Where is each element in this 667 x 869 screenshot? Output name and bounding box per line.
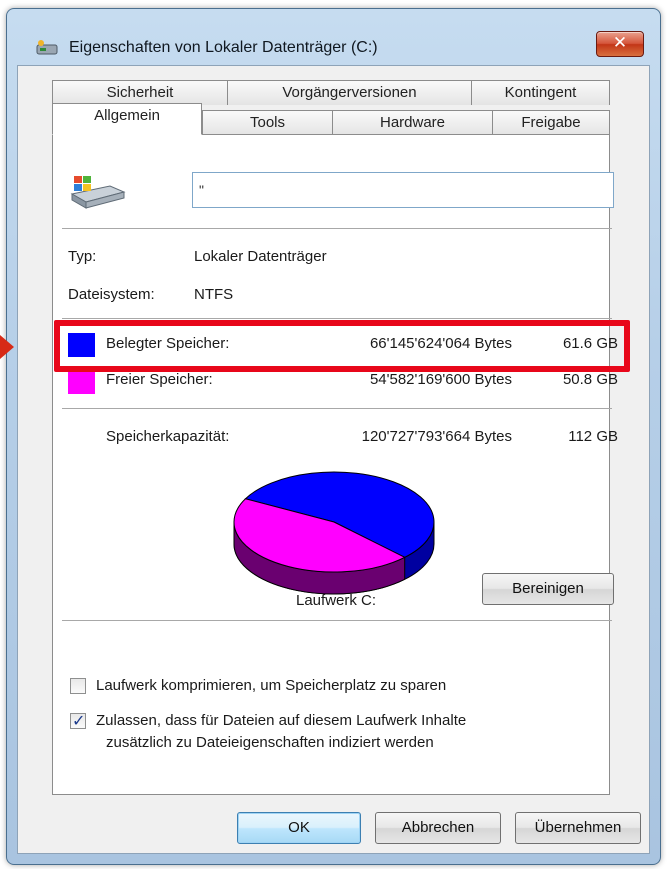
tab-label: Kontingent	[504, 84, 577, 101]
index-content-checkbox[interactable]: ✓	[70, 711, 86, 730]
compress-drive-label: Laufwerk komprimieren, um Speicherplatz …	[96, 677, 447, 694]
tab-kontingent[interactable]: Kontingent	[471, 80, 610, 105]
capacity-gb: 112 GB	[568, 428, 618, 445]
drive-name-input[interactable]	[192, 172, 614, 208]
button-label: Abbrechen	[401, 819, 475, 836]
free-space-gb: 50.8 GB	[562, 371, 618, 388]
tab-tools[interactable]: Tools	[202, 110, 333, 135]
ok-button[interactable]: OK	[237, 812, 361, 844]
button-label: Übernehmen	[534, 819, 622, 836]
button-label: Bereinigen	[512, 580, 584, 597]
button-label: OK	[288, 819, 310, 836]
index-content-label-line2: zusätzlich zu Dateieigenschaften indizie…	[106, 734, 434, 751]
separator	[62, 620, 612, 621]
tab-hardware[interactable]: Hardware	[332, 110, 493, 135]
tab-label: Hardware	[379, 114, 446, 131]
close-icon: ✕	[612, 33, 628, 53]
compress-drive-checkbox[interactable]	[70, 678, 86, 694]
tab-label: Freigabe	[521, 114, 581, 131]
arrow-pointer-icon	[0, 335, 14, 359]
separator	[62, 318, 612, 319]
disk-usage-pie-chart	[233, 471, 435, 595]
index-content-label-line1: Zulassen, dass für Dateien auf diesem La…	[96, 712, 467, 729]
tab-label: Sicherheit	[106, 84, 174, 101]
cancel-button[interactable]: Abbrechen	[375, 812, 501, 844]
type-label: Typ:	[68, 248, 97, 265]
tab-label: Tools	[249, 114, 286, 131]
tab-freigabe[interactable]: Freigabe	[492, 110, 610, 135]
disk-cleanup-button[interactable]: Bereinigen	[482, 573, 614, 605]
type-value: Lokaler Datenträger	[194, 248, 327, 265]
close-button[interactable]: ✕	[596, 31, 644, 57]
filesystem-label: Dateisystem:	[68, 286, 155, 303]
free-space-label: Freier Speicher:	[106, 371, 213, 388]
filesystem-value: NTFS	[194, 286, 234, 303]
tab-allgemein[interactable]: Allgemein	[52, 103, 202, 135]
window-title: Eigenschaften von Lokaler Datenträger (C…	[69, 39, 378, 56]
used-space-highlight-box	[54, 320, 630, 372]
tab-label: Allgemein	[94, 107, 160, 124]
title-bar[interactable]: Eigenschaften von Lokaler Datenträger (C…	[7, 9, 660, 65]
tab-sicherheit[interactable]: Sicherheit	[52, 80, 228, 105]
apply-button[interactable]: Übernehmen	[515, 812, 641, 844]
free-space-bytes: 54'582'169'600 Bytes	[369, 371, 512, 388]
drive-icon	[36, 40, 58, 55]
free-space-color-swatch	[68, 370, 95, 394]
drive-label: Laufwerk C:	[296, 592, 377, 609]
capacity-label: Speicherkapazität:	[106, 428, 230, 445]
separator	[62, 408, 612, 409]
tab-vorgaengerversionen[interactable]: Vorgängerversionen	[227, 80, 472, 105]
separator	[62, 228, 612, 229]
checkmark-icon: ✓	[72, 711, 86, 730]
hard-drive-icon	[70, 176, 126, 209]
tab-label: Vorgängerversionen	[282, 84, 417, 101]
capacity-bytes: 120'727'793'664 Bytes	[361, 428, 512, 445]
